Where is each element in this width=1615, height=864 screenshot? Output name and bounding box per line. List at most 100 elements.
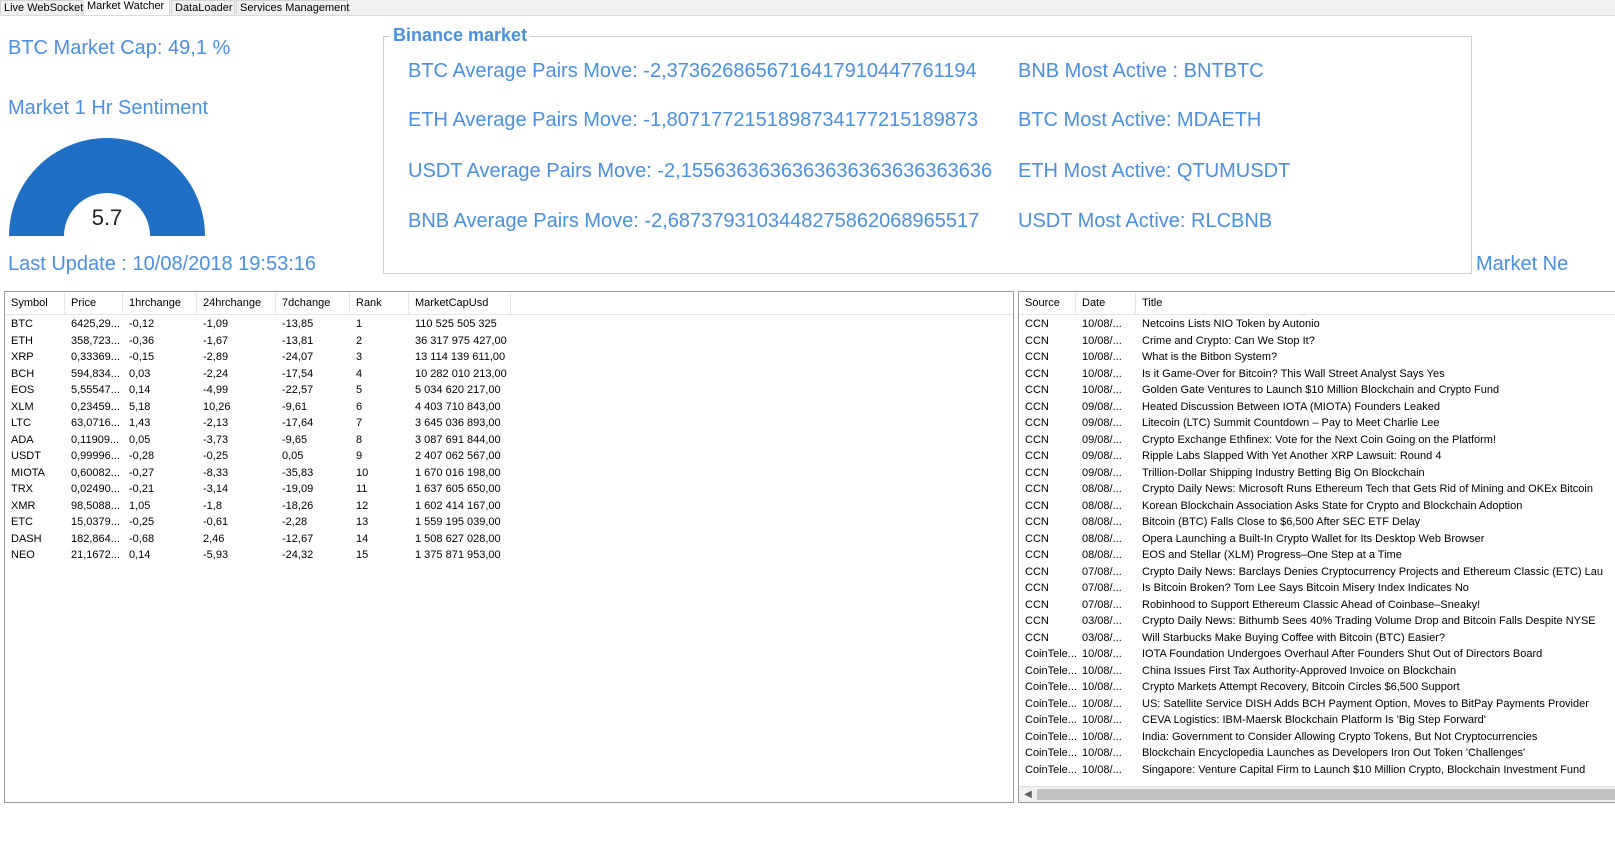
news-cell-date: 10/08/... bbox=[1082, 747, 1122, 759]
coin-cell-rank: 9 bbox=[356, 450, 363, 462]
coin-row[interactable]: XMR 98,5088... 1,05 -1,8 -18,26 12 1 602 414 1… bbox=[5, 498, 1013, 514]
news-row[interactable]: CCN 07/08/... Is Bitcoin Broken? Tom Lee S… bbox=[1019, 580, 1615, 596]
tab-dataloader[interactable]: DataLoader bbox=[171, 0, 235, 14]
news-cell-date: 10/08/... bbox=[1082, 730, 1122, 743]
news-row[interactable]: CCN 07/08/... Crypto Daily News: Barclays … bbox=[1019, 564, 1615, 580]
coin-cell-price: 0,02490... bbox=[71, 483, 120, 495]
coin-cell-marketcapusd: 3 087 691 844,00 bbox=[415, 433, 501, 446]
news-row[interactable]: CCN 09/08/... Crypto Exchange Ethfinex: Vo… bbox=[1019, 432, 1615, 448]
coin-cell-rank: 4 bbox=[356, 367, 363, 380]
coin-row[interactable]: ADA 0,11909... 0,05 -3,73 -9,65 8 3 087 691 84… bbox=[5, 432, 1013, 448]
coin-row[interactable]: BCH 594,834... 0,03 -2,24 -17,54 4 10 282 010 … bbox=[5, 366, 1013, 382]
news-row[interactable]: CCN 03/08/... Will Starbucks Make Buying C… bbox=[1019, 630, 1615, 646]
bnb-most-active: BNB Most Active : BNTBTC bbox=[1018, 60, 1264, 82]
news-list-view[interactable]: Source Date Title CCN 10/08/... Netcoins L… bbox=[1018, 291, 1615, 803]
coin-cell-price: 98,5088... bbox=[71, 499, 120, 512]
coin-row[interactable]: USDT 0,99996... -0,28 -0,25 0,05 9 2 407 062 5… bbox=[5, 448, 1013, 464]
news-row[interactable]: CCN 08/08/... Bitcoin (BTC) Falls Close to… bbox=[1019, 514, 1615, 530]
news-row[interactable]: CoinTele... 10/08/... Blockchain Encyclope… bbox=[1019, 745, 1615, 761]
news-row[interactable]: CCN 07/08/... Robinhood to Support Ethereu… bbox=[1019, 597, 1615, 613]
news-row[interactable]: CCN 10/08/... What is the Bitbon System? bbox=[1019, 349, 1615, 365]
column-header-source[interactable]: Source bbox=[1019, 292, 1076, 314]
news-cell-date: 08/08/... bbox=[1082, 483, 1122, 495]
news-row[interactable]: CoinTele... 10/08/... Singapore: Venture C… bbox=[1019, 762, 1615, 778]
coin-cell-price: 5,55547... bbox=[71, 384, 120, 396]
news-row[interactable]: CCN 10/08/... Crime and Crypto: Can We Sto… bbox=[1019, 333, 1615, 349]
news-row[interactable]: CoinTele... 10/08/... CEVA Logistics: IBM-… bbox=[1019, 712, 1615, 728]
coin-cell-marketcapusd: 3 645 036 893,00 bbox=[415, 417, 501, 429]
news-cell-title: Korean Blockchain Association Asks State… bbox=[1142, 499, 1523, 512]
tab-services-management[interactable]: Services Management bbox=[236, 0, 349, 14]
coin-row[interactable]: BTC 6425,29... -0,12 -1,09 -13,85 1 110 525 50… bbox=[5, 316, 1013, 332]
column-header-1hrchange[interactable]: 1hrchange bbox=[123, 292, 197, 314]
news-horizontal-scrollbar[interactable]: ◀ bbox=[1019, 786, 1615, 802]
coin-row[interactable]: EOS 5,55547... 0,14 -4,99 -22,57 5 5 034 620 2… bbox=[5, 382, 1013, 398]
coin-cell-symbol: BCH bbox=[11, 367, 35, 380]
column-header-rank[interactable]: Rank bbox=[350, 292, 409, 314]
news-cell-date: 03/08/... bbox=[1082, 631, 1122, 644]
coin-cell-1hrchange: 0,03 bbox=[129, 367, 151, 380]
coin-row[interactable]: LTC 63,0716... 1,43 -2,13 -17,64 7 3 645 036 8… bbox=[5, 415, 1013, 431]
coin-cell-7dchange: -13,85 bbox=[282, 318, 314, 330]
news-cell-source: CCN bbox=[1025, 417, 1049, 429]
coin-list-view[interactable]: Symbol Price 1hrchange 24hrchange 7dchan… bbox=[4, 291, 1014, 803]
news-row[interactable]: CCN 08/08/... Opera Launching a Built-In C… bbox=[1019, 531, 1615, 547]
coin-cell-24hrchange: -3,14 bbox=[203, 483, 229, 495]
coin-row[interactable]: XLM 0,23459... 5,18 10,26 -9,61 6 4 403 710 84… bbox=[5, 399, 1013, 415]
column-header-symbol[interactable]: Symbol bbox=[5, 292, 65, 314]
news-row[interactable]: CoinTele... 10/08/... India: Government to… bbox=[1019, 729, 1615, 745]
news-row[interactable]: CoinTele... 10/08/... Crypto Markets Attem… bbox=[1019, 679, 1615, 695]
coin-row[interactable]: XRP 0,33369... -0,15 -2,89 -24,07 3 13 114 139… bbox=[5, 349, 1013, 365]
news-row[interactable]: CoinTele... 10/08/... US: Satellite Servic… bbox=[1019, 696, 1615, 712]
coin-cell-symbol: XRP bbox=[11, 351, 34, 363]
news-row[interactable]: CCN 10/08/... Is it Game-Over for Bitcoin?… bbox=[1019, 366, 1615, 382]
scrollbar-thumb[interactable] bbox=[1037, 789, 1615, 800]
column-header-title[interactable]: Title bbox=[1136, 292, 1615, 314]
coin-row[interactable]: MIOTA 0,60082... -0,27 -8,33 -35,83 10 1 670 0… bbox=[5, 465, 1013, 481]
news-cell-title: Trillion-Dollar Shipping Industry Bettin… bbox=[1142, 466, 1425, 479]
tab-live-websocket[interactable]: Live WebSocket bbox=[0, 0, 83, 14]
news-cell-source: CCN bbox=[1025, 318, 1049, 330]
coin-cell-7dchange: -2,28 bbox=[282, 516, 308, 528]
coin-cell-price: 15,0379... bbox=[71, 516, 120, 528]
coin-cell-price: 0,60082... bbox=[71, 466, 120, 479]
news-cell-date: 10/08/... bbox=[1082, 334, 1122, 347]
news-row[interactable]: CCN 10/08/... Netcoins Lists NIO Token by … bbox=[1019, 316, 1615, 332]
news-row[interactable]: CCN 09/08/... Heated Discussion Between IO… bbox=[1019, 399, 1615, 415]
news-row[interactable]: CCN 08/08/... Crypto Daily News: Microsoft… bbox=[1019, 481, 1615, 497]
column-header-price[interactable]: Price bbox=[65, 292, 123, 314]
column-header-7dchange[interactable]: 7dchange bbox=[276, 292, 350, 314]
column-header-marketcapusd[interactable]: MarketCapUsd bbox=[409, 292, 511, 314]
news-row[interactable]: CoinTele... 10/08/... China Issues First T… bbox=[1019, 663, 1615, 679]
coin-row[interactable]: ETH 358,723... -0,36 -1,67 -13,81 2 36 317 975… bbox=[5, 333, 1013, 349]
tab-market-watcher[interactable]: Market Watcher bbox=[83, 0, 170, 15]
coin-row[interactable]: ETC 15,0379... -0,25 -0,61 -2,28 13 1 559 195 … bbox=[5, 514, 1013, 530]
coin-row[interactable]: NEO 21,1672... 0,14 -5,93 -24,32 15 1 375 871 … bbox=[5, 547, 1013, 563]
usdt-most-active: USDT Most Active: RLCBNB bbox=[1018, 210, 1273, 232]
news-row[interactable]: CoinTele... 10/08/... IOTA Foundation Unde… bbox=[1019, 646, 1615, 662]
column-header-24hrchange[interactable]: 24hrchange bbox=[197, 292, 276, 314]
coin-row[interactable]: DASH 182,864... -0,68 2,46 -12,67 14 1 508 627… bbox=[5, 531, 1013, 547]
coin-cell-price: 594,834... bbox=[71, 367, 120, 380]
news-row[interactable]: CCN 10/08/... Golden Gate Ventures to Laun… bbox=[1019, 382, 1615, 398]
news-cell-source: CCN bbox=[1025, 499, 1049, 512]
coin-row[interactable]: TRX 0,02490... -0,21 -3,14 -19,09 11 1 637 605… bbox=[5, 481, 1013, 497]
last-update-label: Last Update : 10/08/2018 19:53:16 bbox=[8, 253, 317, 275]
news-row[interactable]: CCN 03/08/... Crypto Daily News: Bithumb S… bbox=[1019, 613, 1615, 629]
news-row[interactable]: CCN 09/08/... Ripple Labs Slapped With Yet… bbox=[1019, 448, 1615, 464]
news-row[interactable]: CCN 08/08/... EOS and Stellar (XLM) Progre… bbox=[1019, 547, 1615, 563]
coin-cell-7dchange: -35,83 bbox=[282, 466, 314, 479]
news-cell-source: CoinTele... bbox=[1025, 747, 1076, 759]
news-row[interactable]: CCN 09/08/... Trillion-Dollar Shipping Ind… bbox=[1019, 465, 1615, 481]
news-cell-date: 10/08/... bbox=[1082, 697, 1122, 710]
news-cell-source: CCN bbox=[1025, 351, 1049, 363]
coin-cell-rank: 11 bbox=[356, 483, 368, 495]
coin-cell-marketcapusd: 1 602 414 167,00 bbox=[415, 499, 501, 512]
news-row[interactable]: CCN 09/08/... Litecoin (LTC) Summit Countd… bbox=[1019, 415, 1615, 431]
scroll-left-arrow-icon[interactable]: ◀ bbox=[1021, 787, 1035, 802]
coin-cell-rank: 10 bbox=[356, 466, 369, 479]
news-cell-title: Crypto Daily News: Microsoft Runs Ethere… bbox=[1142, 483, 1593, 495]
coin-cell-1hrchange: 0,14 bbox=[129, 549, 151, 561]
news-row[interactable]: CCN 08/08/... Korean Blockchain Associatio… bbox=[1019, 498, 1615, 514]
column-header-date[interactable]: Date bbox=[1076, 292, 1136, 314]
